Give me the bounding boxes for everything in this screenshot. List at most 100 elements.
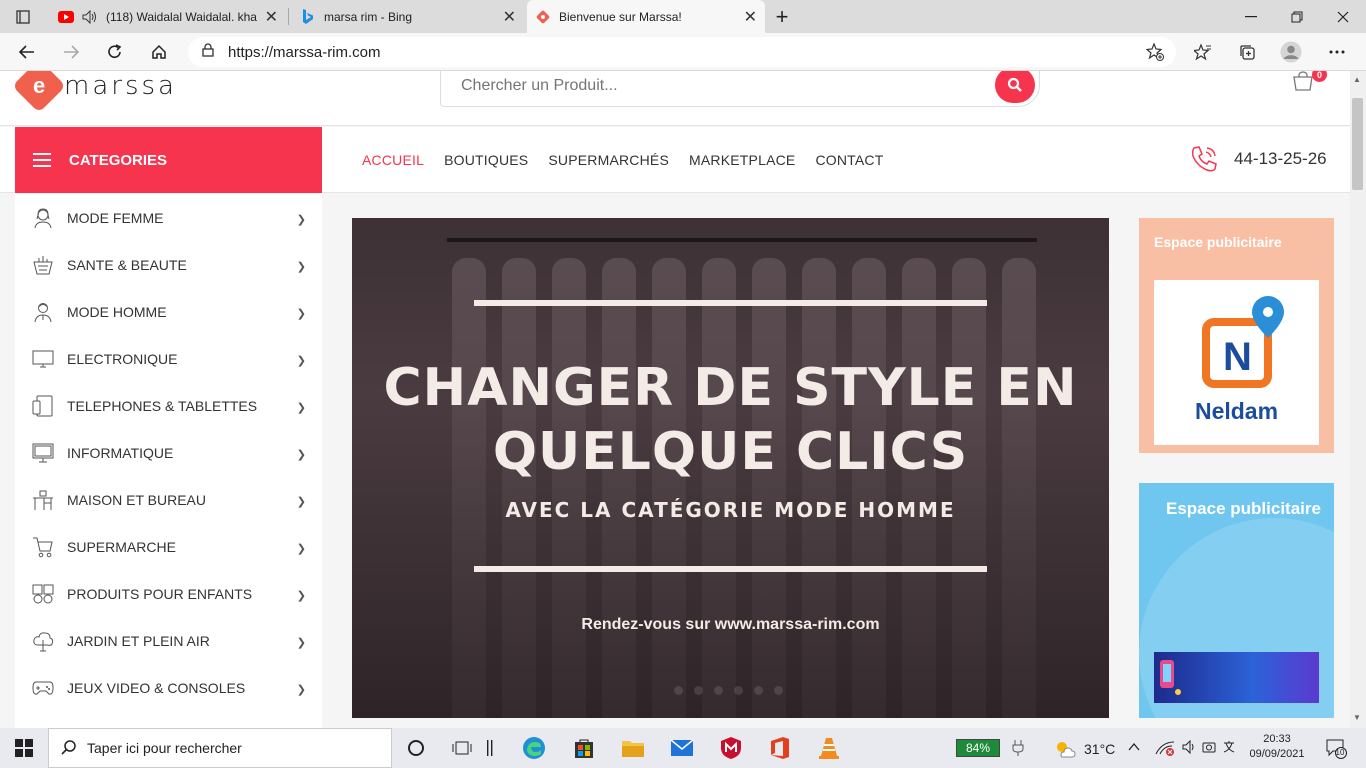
shopping-bag-icon — [1293, 71, 1313, 91]
sidebar-item-electronique[interactable]: ELECTRONIQUE ❯ — [15, 335, 322, 382]
scroll-down-icon[interactable]: ▼ — [1353, 713, 1361, 722]
sidebar-item-telephones-tablettes[interactable]: TELEPHONES & TABLETTES ❯ — [15, 382, 322, 429]
restore-icon[interactable] — [1274, 0, 1320, 33]
camera-icon[interactable] — [1202, 740, 1216, 757]
carousel-dot[interactable] — [774, 686, 783, 695]
mail-icon[interactable] — [670, 736, 694, 760]
clock[interactable]: 20:33 09/09/2021 — [1248, 732, 1306, 762]
edge-icon[interactable] — [522, 736, 546, 760]
add-favorite-icon[interactable] — [1145, 42, 1164, 65]
ad-image[interactable] — [1154, 652, 1319, 703]
tab-close-icon[interactable]: ✕ — [265, 7, 278, 27]
carousel-dot[interactable] — [694, 686, 703, 695]
cortana-icon[interactable] — [404, 736, 428, 760]
sidebar-item-label: PRODUITS POUR ENFANTS — [67, 585, 253, 602]
hero-banner[interactable]: CHANGER DE STYLE EN QUELQUE CLICS AVEC L… — [352, 218, 1109, 718]
taskbar-divider-icon — [484, 736, 496, 760]
close-window-icon[interactable] — [1320, 0, 1366, 33]
sidebar-item-mode-homme[interactable]: MODE HOMME ❯ — [15, 288, 322, 335]
cart-button[interactable]: 0 — [1292, 71, 1327, 95]
carousel-dot[interactable] — [754, 686, 763, 695]
tab-title: Bienvenue sur Marssa! — [559, 9, 682, 24]
banner-rule-bottom — [474, 566, 987, 572]
favorites-icon[interactable] — [1188, 37, 1218, 67]
clothing-decoration — [852, 258, 886, 718]
nav-link-supermarches[interactable]: SUPERMARCHÉS — [548, 152, 669, 168]
new-tab-button[interactable]: + — [760, 0, 804, 33]
windows-start-icon[interactable] — [12, 736, 36, 760]
nav-link-marketplace[interactable]: MARKETPLACE — [689, 152, 795, 168]
man-icon — [31, 300, 55, 324]
tab-close-icon[interactable]: ✕ — [503, 7, 516, 27]
weather-widget[interactable]: 31°C — [1054, 739, 1115, 759]
cart-count-badge: 0 — [1312, 71, 1327, 82]
sidebar-item-jardin-plein-air[interactable]: JARDIN ET PLEIN AIR ❯ — [15, 617, 322, 664]
sidebar-item-supermarche[interactable]: SUPERMARCHE ❯ — [15, 523, 322, 570]
store-icon[interactable] — [572, 736, 596, 760]
sidebar-item-jeux-video[interactable]: JEUX VIDEO & CONSOLES ❯ — [15, 664, 322, 711]
sidebar-item-label: ELECTRONIQUE — [67, 350, 178, 367]
file-explorer-icon[interactable] — [621, 736, 645, 760]
carousel-dot[interactable] — [714, 686, 723, 695]
more-options-icon[interactable] — [1322, 37, 1352, 67]
chevron-right-icon: ❯ — [296, 402, 306, 414]
search-button[interactable] — [995, 71, 1035, 103]
tab-bing[interactable]: marsa rim - Bing ✕ — [292, 0, 524, 33]
categories-button[interactable]: CATEGORIES — [15, 127, 322, 193]
show-hidden-icons[interactable] — [1128, 740, 1140, 755]
url-field[interactable]: https://marssa-rim.com — [188, 37, 1176, 67]
tab-actions-icon[interactable] — [0, 0, 46, 33]
taskbar-search-placeholder: Taper ici pour rechercher — [87, 740, 242, 756]
site-logo[interactable]: e marssa — [12, 71, 177, 113]
volume-icon[interactable] — [1182, 739, 1198, 757]
carousel-dot[interactable] — [674, 686, 683, 695]
banner-subtitle: AVEC LA CATÉGORIE MODE HOMME — [505, 498, 956, 522]
clothing-decoration — [752, 258, 786, 718]
network-icon[interactable] — [1154, 740, 1176, 759]
clothing-decoration — [502, 258, 536, 718]
home-icon[interactable] — [144, 37, 174, 67]
neldam-logo-icon: N — [1202, 296, 1284, 388]
speaker-icon[interactable] — [82, 9, 98, 25]
minimize-icon[interactable] — [1228, 0, 1274, 33]
sidebar-item-mode-femme[interactable]: MODE FEMME ❯ — [15, 194, 322, 241]
phone-promo-icon — [1160, 660, 1181, 695]
forward-icon[interactable] — [56, 37, 86, 67]
neldam-ad-card[interactable]: N Neldam — [1154, 280, 1319, 445]
sidebar-item-produits-enfants[interactable]: PRODUITS POUR ENFANTS ❯ — [15, 570, 322, 617]
search-input[interactable] — [461, 77, 961, 95]
page-scrollbar[interactable]: ▲ ▼ — [1350, 71, 1366, 728]
url-text: https://marssa-rim.com — [228, 43, 381, 61]
profile-avatar-icon[interactable] — [1276, 37, 1306, 67]
nav-link-contact[interactable]: CONTACT — [815, 152, 883, 168]
phone-contact[interactable]: 44-13-25-26 — [1188, 143, 1327, 175]
office-icon[interactable] — [768, 736, 792, 760]
notifications-icon[interactable]: 10 — [1324, 736, 1348, 760]
tab-separator — [288, 8, 289, 25]
sidebar-item-maison-bureau[interactable]: MAISON ET BUREAU ❯ — [15, 476, 322, 523]
language-icon[interactable] — [1222, 740, 1236, 757]
sidebar-item-informatique[interactable]: INFORMATIQUE ❯ — [15, 429, 322, 476]
battery-indicator[interactable]: 84% — [956, 739, 1000, 757]
phone-number: 44-13-25-26 — [1234, 149, 1327, 168]
ad-space-1[interactable]: Espace publicitaire N Neldam — [1139, 218, 1334, 453]
scroll-up-icon[interactable]: ▲ — [1353, 75, 1361, 84]
vlc-icon[interactable] — [817, 736, 841, 760]
scrollbar-thumb[interactable] — [1352, 98, 1363, 190]
collections-icon[interactable] — [1232, 37, 1262, 67]
power-plug-icon[interactable] — [1006, 736, 1030, 760]
nav-link-boutiques[interactable]: BOUTIQUES — [444, 152, 528, 168]
tab-close-icon[interactable]: ✕ — [744, 7, 757, 27]
back-icon[interactable] — [12, 37, 42, 67]
refresh-icon[interactable] — [100, 37, 130, 67]
taskbar-search[interactable]: Taper ici pour rechercher — [48, 728, 392, 768]
tab-youtube[interactable]: (118) Waidalal Waidalal. kha ✕ — [50, 0, 286, 33]
lock-icon[interactable] — [202, 43, 214, 61]
tab-marssa[interactable]: Bienvenue sur Marssa! ✕ — [527, 0, 765, 33]
task-view-icon[interactable] — [450, 736, 474, 760]
mcafee-icon[interactable] — [719, 736, 743, 760]
ad-space-2[interactable]: Espace publicitaire — [1139, 483, 1334, 718]
carousel-dot[interactable] — [734, 686, 743, 695]
nav-link-accueil[interactable]: ACCUEIL — [362, 152, 424, 168]
sidebar-item-sante-beaute[interactable]: SANTE & BEAUTE ❯ — [15, 241, 322, 288]
